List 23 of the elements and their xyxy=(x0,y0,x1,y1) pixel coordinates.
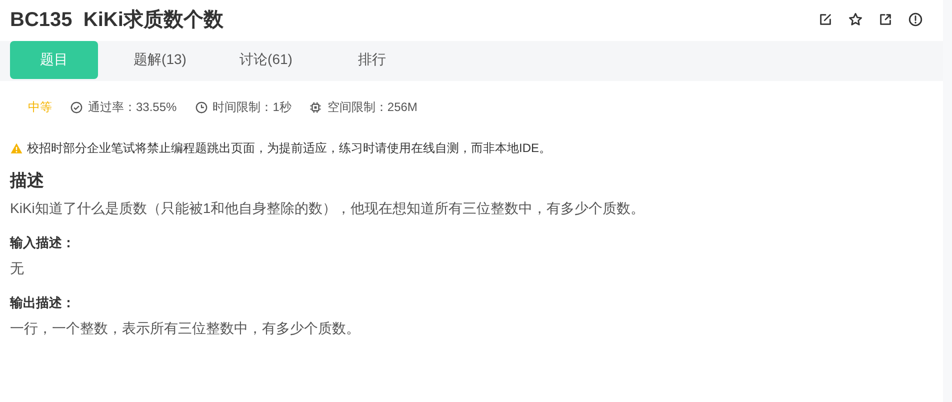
notice-text: 校招时部分企业笔试将禁止编程题跳出页面，为提前适应，练习时请使用在线自测，而非本地IDE。 xyxy=(27,140,552,157)
stat-label: 空间限制：256M xyxy=(327,98,418,116)
stat-label: 时间限制：1秒 xyxy=(212,98,292,116)
alert-icon xyxy=(908,12,923,26)
chip-icon xyxy=(309,100,322,114)
section-text: 一行，一个整数，表示所有三位整数中，有多少个质数。 xyxy=(10,320,361,338)
section-heading: 描述 xyxy=(10,170,45,192)
tab[interactable]: 排行 xyxy=(328,41,416,79)
section-text: 无 xyxy=(10,260,25,278)
section-heading: 输出描述： xyxy=(10,294,76,312)
star-icon xyxy=(848,12,863,26)
edit-icon xyxy=(818,12,833,26)
description-text: KiKi知道了什么是质数（只能被1和他自身整除的数），他现在想知道所有三位整数中，有多少个质数。 xyxy=(10,200,646,218)
warning-icon xyxy=(10,142,23,155)
problem-title: BC135 KiKi求质数个数 xyxy=(10,8,224,32)
section-heading: 输入描述： xyxy=(10,234,76,252)
tab[interactable]: 讨论(61) xyxy=(222,41,310,79)
difficulty-label: 中等 xyxy=(28,98,52,116)
tab[interactable]: 题解(13) xyxy=(116,41,204,79)
share-icon xyxy=(878,12,893,26)
stat-label: 通过率：33.55% xyxy=(88,98,177,116)
clock-icon xyxy=(194,100,208,114)
check-circle-icon xyxy=(70,100,83,114)
